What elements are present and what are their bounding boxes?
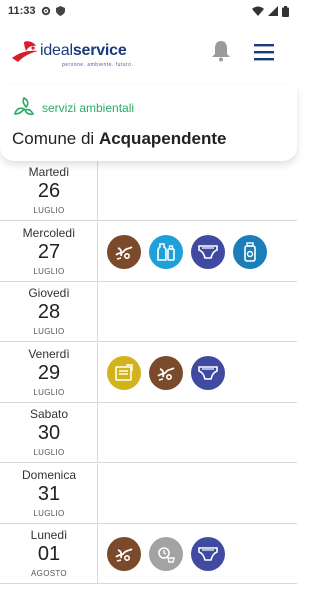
calendar-day-row[interactable]: Giovedì 28 LUGLIO: [0, 282, 297, 342]
date-column: Mercoledì 27 LUGLIO: [0, 221, 98, 282]
day-number: 26: [37, 180, 61, 202]
pannolini-icon[interactable]: [191, 234, 225, 269]
collection-calendar[interactable]: Martedì 26 LUGLIO Mercoledì 27 LUGLIO Giovedì 2…: [0, 161, 297, 592]
date-column: Lunedì 01 AGOSTO: [0, 524, 98, 584]
month-name: LUGLIO: [33, 387, 65, 397]
recycle-leaves-icon: [14, 96, 35, 116]
idealservice-logo: idealservice persone. ambiente. futuro.: [10, 38, 150, 74]
month-name: LUGLIO: [33, 206, 65, 215]
month-name: LUGLIO: [33, 448, 65, 457]
organico-icon[interactable]: [107, 537, 141, 571]
day-number: 31: [37, 482, 61, 505]
organico-icon[interactable]: [107, 234, 141, 269]
calendar-day-row[interactable]: Venerdì 29 LUGLIO: [0, 342, 297, 403]
pannolini-icon[interactable]: [191, 537, 225, 571]
settings-icon: [41, 6, 50, 16]
day-number: 27: [37, 240, 61, 263]
status-notification-icons: [41, 6, 65, 16]
calendar-day-row[interactable]: Domenica 31 LUGLIO: [0, 463, 297, 524]
day-name: Martedì: [28, 165, 70, 179]
status-time: 11:33: [8, 5, 36, 17]
date-column: Domenica 31 LUGLIO: [0, 463, 98, 524]
notifications-bell-icon[interactable]: [211, 40, 231, 62]
carta-icon[interactable]: [107, 355, 141, 390]
month-name: AGOSTO: [31, 569, 67, 578]
municipality-title: Comune di Acquapendente: [12, 129, 227, 148]
day-name: Domenica: [21, 467, 77, 482]
month-name: LUGLIO: [33, 327, 65, 336]
shield-icon: [55, 6, 65, 16]
status-bar: 11:33: [0, 0, 297, 22]
wifi-icon: [252, 6, 264, 16]
status-system-icons: [252, 5, 289, 17]
plastica-icon[interactable]: [233, 234, 267, 269]
day-name: Mercoledì: [22, 225, 76, 240]
battery-icon: [282, 5, 289, 17]
day-number: 29: [37, 361, 61, 384]
date-column: Giovedì 28 LUGLIO: [0, 282, 98, 342]
day-name: Sabato: [29, 407, 69, 421]
date-column: Venerdì 29 LUGLIO: [0, 342, 98, 403]
day-number: 01: [37, 543, 61, 565]
signal-icon: [268, 6, 278, 16]
day-name: Giovedì: [28, 286, 70, 300]
calendar-day-row[interactable]: Lunedì 01 AGOSTO: [0, 524, 297, 584]
date-column: Sabato 30 LUGLIO: [0, 403, 98, 463]
municipality-header-card: servizi ambientali Comune di Acquapenden…: [0, 86, 297, 161]
date-column: Martedì 26 LUGLIO: [0, 161, 98, 221]
calendar-day-row[interactable]: Martedì 26 LUGLIO: [0, 161, 297, 221]
waste-type-icons: [107, 537, 225, 571]
month-name: LUGLIO: [33, 266, 65, 276]
organico-icon[interactable]: [149, 355, 183, 390]
pannolini-icon[interactable]: [191, 355, 225, 390]
day-name: Lunedì: [30, 528, 68, 542]
service-category-row: servizi ambientali: [12, 96, 134, 120]
day-number: 30: [37, 422, 61, 444]
day-number: 28: [37, 301, 61, 323]
brand-tagline: persone. ambiente. futuro.: [62, 62, 134, 68]
service-label: servizi ambientali: [42, 101, 135, 115]
brand-name: idealservice: [40, 42, 127, 59]
waste-type-icons: [107, 355, 225, 390]
day-name: Venerdì: [28, 346, 70, 361]
vetro-icon[interactable]: [149, 234, 183, 269]
calendar-day-row[interactable]: Sabato 30 LUGLIO: [0, 403, 297, 463]
waste-type-icons: [107, 234, 267, 269]
logo-bird-icon: [12, 41, 38, 62]
app-bar: idealservice persone. ambiente. futuro.: [0, 22, 297, 84]
month-name: LUGLIO: [33, 508, 65, 518]
calendar-day-row[interactable]: Mercoledì 27 LUGLIO: [0, 221, 297, 282]
hamburger-menu-icon[interactable]: [252, 42, 276, 62]
secco-icon[interactable]: [149, 537, 183, 571]
